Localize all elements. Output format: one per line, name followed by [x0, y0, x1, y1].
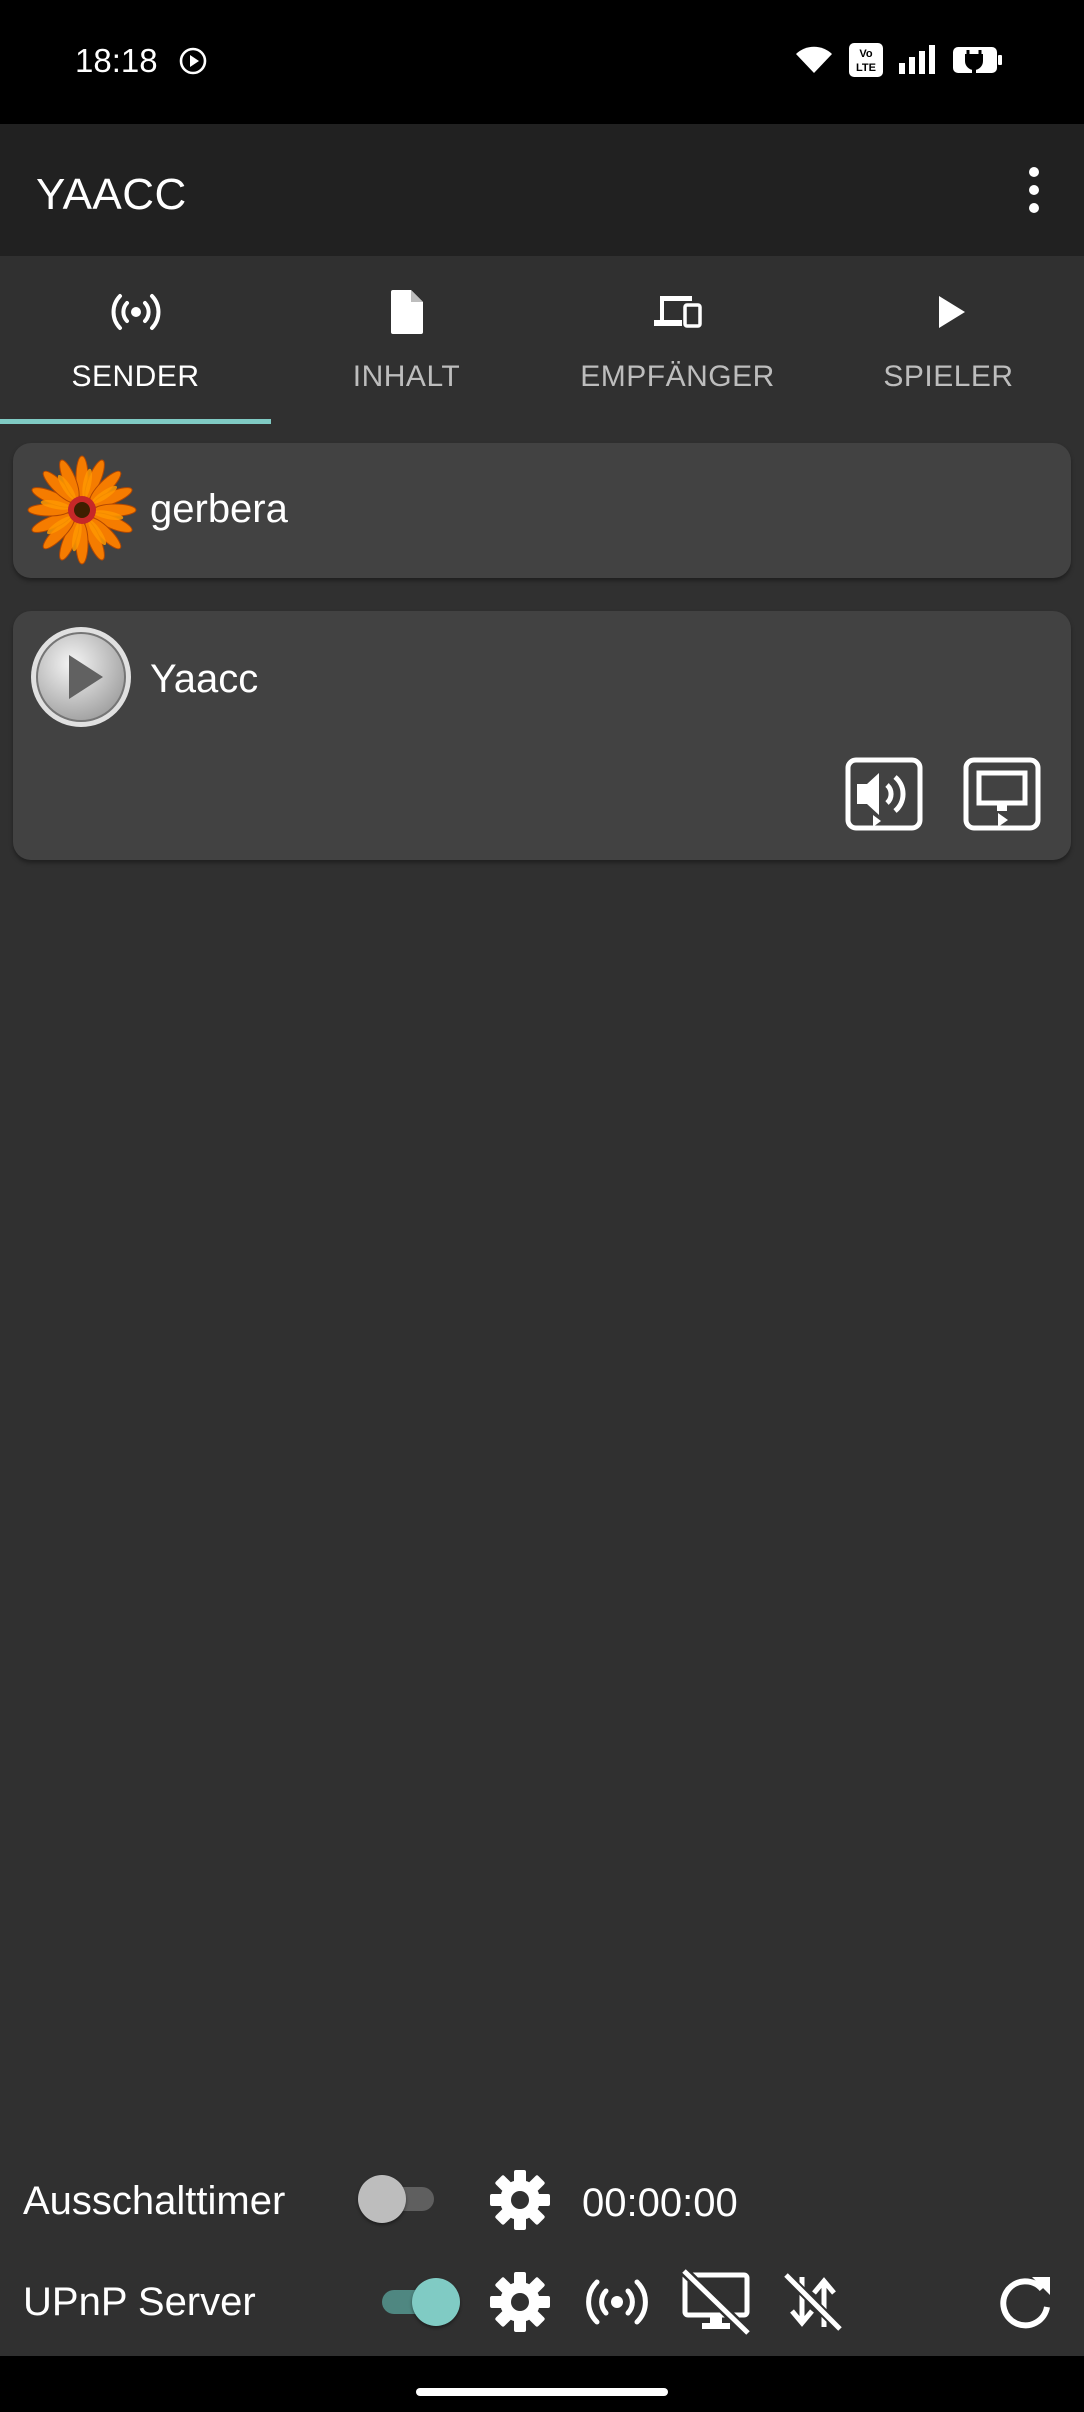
- more-vert-icon[interactable]: [1002, 156, 1066, 224]
- app-title: YAACC: [36, 170, 187, 219]
- yaacc-play-icon: [31, 627, 131, 727]
- battery-charging-icon: [953, 47, 1002, 73]
- svg-text:Vo: Vo: [859, 48, 873, 60]
- tab-label: INHALT: [352, 360, 461, 393]
- gear-icon[interactable]: [487, 2269, 553, 2335]
- sleep-timer-value: 00:00:00: [582, 2181, 738, 2225]
- broadcast-icon: [111, 294, 160, 330]
- upnp-server-row: UPnP Server: [0, 2258, 1084, 2348]
- server-card-gerbera[interactable]: gerbera: [13, 443, 1071, 578]
- sleep-timer-switch[interactable]: [358, 2173, 442, 2223]
- upnp-server-label: UPnP Server: [23, 2280, 256, 2324]
- wifi-icon: [796, 46, 832, 73]
- server-card-yaacc[interactable]: Yaacc: [13, 611, 1071, 860]
- home-gesture-handle[interactable]: [416, 2388, 668, 2396]
- upnp-server-switch[interactable]: [374, 2276, 460, 2326]
- server-name: Yaacc: [150, 657, 259, 701]
- navigation-bar: [0, 2356, 1084, 2412]
- screen-record-icon: [179, 47, 207, 75]
- tab-empfaenger[interactable]: EMPFÄNGER: [542, 256, 813, 426]
- sync-off-icon[interactable]: [780, 2269, 846, 2335]
- gear-icon[interactable]: [487, 2167, 553, 2233]
- file-icon: [390, 290, 423, 334]
- desktop-off-icon[interactable]: [680, 2269, 752, 2335]
- tab-inhalt[interactable]: INHALT: [271, 256, 542, 426]
- sleep-timer-row: Ausschalttimer 00:00:00: [0, 2157, 1084, 2247]
- refresh-icon[interactable]: [992, 2269, 1058, 2335]
- audio-renderer-icon[interactable]: [845, 757, 923, 831]
- tab-spieler[interactable]: SPIELER: [813, 256, 1084, 426]
- tab-label: SPIELER: [883, 360, 1014, 393]
- volte-icon: Vo LTE: [849, 43, 883, 77]
- broadcast-icon[interactable]: [584, 2269, 650, 2335]
- server-name: gerbera: [150, 487, 288, 531]
- tab-bar: SENDER INHALT EMPFÄNGER SPIELER: [0, 256, 1084, 426]
- tab-label: SENDER: [71, 360, 200, 393]
- video-renderer-icon[interactable]: [963, 757, 1041, 831]
- gerbera-flower-icon: [27, 455, 137, 565]
- status-time: 18:18: [75, 42, 158, 79]
- tab-sender[interactable]: SENDER: [0, 256, 271, 426]
- tab-label: EMPFÄNGER: [580, 360, 775, 393]
- app-bar: YAACC: [0, 124, 1084, 256]
- sleep-timer-label: Ausschalttimer: [23, 2179, 286, 2223]
- tab-indicator: [0, 419, 271, 424]
- devices-icon: [653, 296, 702, 328]
- play-icon: [938, 296, 965, 328]
- status-bar: 18:18 Vo LTE: [0, 0, 1084, 124]
- signal-icon: [899, 45, 935, 74]
- svg-text:LTE: LTE: [856, 62, 876, 74]
